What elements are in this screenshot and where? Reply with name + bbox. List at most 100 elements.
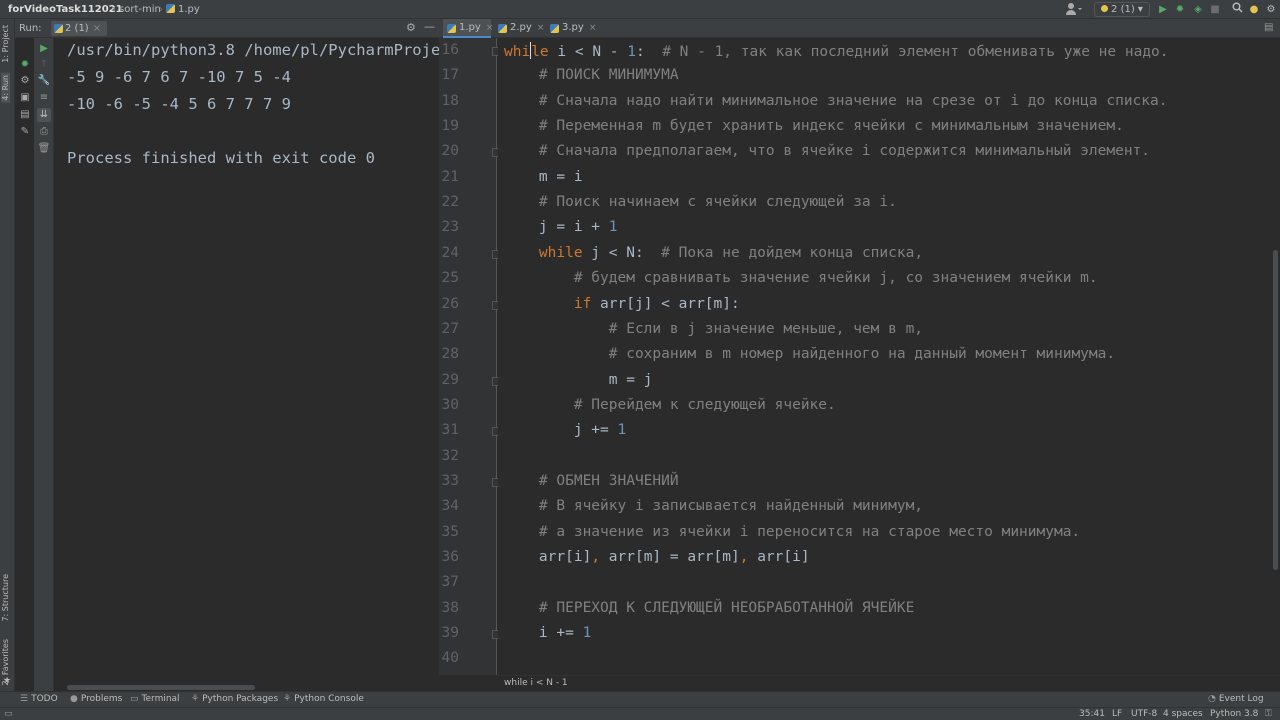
tab-list-icon[interactable]: ▤ <box>1264 22 1273 33</box>
rerun-icon[interactable]: ▶ <box>37 42 51 56</box>
todo-tool-button[interactable]: ☰ TODO <box>20 694 58 704</box>
line-number: 34 <box>441 498 459 515</box>
lock-icon[interactable]: ⚿ <box>1265 709 1272 719</box>
rerun-failed-icon[interactable]: ✹ <box>18 58 32 72</box>
number-token: 1 <box>582 625 592 642</box>
problems-icon: ● <box>70 694 78 704</box>
editor-vertical-scrollbar[interactable] <box>1273 250 1278 570</box>
code-breadcrumb[interactable]: while i < N - 1 <box>504 678 568 688</box>
close-icon[interactable]: × <box>486 23 494 33</box>
python-console-tool-button[interactable]: ⚘ Python Console <box>283 694 364 704</box>
comment-token: # Если в j значение меньше, чем в m, <box>608 320 924 337</box>
code-token: j < N: <box>582 244 662 261</box>
run-config-select[interactable]: 2 (1) ▾ <box>1094 2 1150 17</box>
gear-icon[interactable]: ⚙ <box>406 21 416 34</box>
line-number-gutter[interactable]: 16 17 18 19 20 21 22 23 24 25 26 27 28 29 30 31 32 33 34 35… <box>439 38 501 675</box>
python-interpreter[interactable]: Python 3.8 <box>1210 709 1258 719</box>
problems-tool-button[interactable]: ● Problems <box>70 694 122 704</box>
run-toolbar: ▶ ↑ 🔧 ≡ ⇊ ⎙ 🗑 ▣ ▤ ✎ ✹ ⚙ ↓ <box>20 38 54 691</box>
navigation-bar: forVideoTask112021 › sort-min › 1.py 2 (… <box>0 0 1280 19</box>
layout-toggle-icon[interactable]: ▭ <box>4 709 13 719</box>
code-token: arr[i] <box>504 549 592 565</box>
status-bar: ▭ 35:41 LF UTF-8 4 spaces Python 3.8 ⚿ <box>0 707 1280 720</box>
minimize-icon[interactable]: — <box>424 20 435 33</box>
code-line: arr[i], arr[m] = arr[m], arr[i] <box>504 549 810 565</box>
comment-token: # будем сравнивать значение ячейки j, со… <box>573 270 1098 287</box>
close-icon[interactable]: × <box>93 23 101 34</box>
code-line: j = i + 1 <box>504 219 618 235</box>
line-number: 33 <box>441 472 459 489</box>
pin-icon[interactable]: ✎ <box>18 125 32 139</box>
line-number: 16 <box>441 42 459 58</box>
search-icon[interactable] <box>1230 2 1244 17</box>
code-editor[interactable]: while i < N - 1: # N - 1, так как послед… <box>498 38 1270 675</box>
close-icon[interactable]: × <box>537 23 545 33</box>
tab-1-py[interactable]: 1.py × <box>443 19 494 38</box>
wrap-icon[interactable]: ≡ <box>37 91 51 105</box>
breadcrumb-project[interactable]: forVideoTask112021 <box>8 4 123 15</box>
run-label: Run: <box>19 23 42 34</box>
console-horizontal-scrollbar[interactable] <box>67 685 255 690</box>
code-line: # Сначала надо найти минимальное значени… <box>504 93 1168 109</box>
settings-icon[interactable]: ⚙ <box>1264 2 1278 17</box>
run-tool-tab[interactable]: 4: Run <box>1 73 10 103</box>
tab-label: 1.py <box>459 22 481 33</box>
user-icon[interactable] <box>1065 2 1091 17</box>
run-icon[interactable]: ▶ <box>1156 2 1170 17</box>
comment-token: # Поиск начинаем с ячейки следующей за i… <box>538 194 897 211</box>
line-number: 21 <box>441 168 459 185</box>
project-tool-tab[interactable]: 1: Project <box>1 25 10 63</box>
terminal-label: Terminal <box>141 694 180 704</box>
indent-setting[interactable]: 4 spaces <box>1163 709 1203 719</box>
event-log-tool-button[interactable]: ◔ Event Log <box>1208 694 1264 704</box>
code-line: while j < N: # Пока не дойдем конца спис… <box>504 245 923 261</box>
structure-tool-tab[interactable]: 7: Structure <box>1 574 10 622</box>
close-icon[interactable]: × <box>589 23 597 33</box>
caret-position[interactable]: 35:41 <box>1079 709 1105 719</box>
code-token: arr[j] < arr[m]: <box>591 295 740 312</box>
line-number: 27 <box>441 320 459 337</box>
python-config-icon <box>1101 5 1109 12</box>
scroll-to-end-icon[interactable]: ⇊ <box>37 108 51 122</box>
keyword-token: while <box>538 244 583 261</box>
python-packages-tool-button[interactable]: ⚘ Python Packages <box>191 694 278 704</box>
code-line: # В ячейку i записывается найденный мини… <box>504 498 923 514</box>
number-token: 1 <box>617 422 627 439</box>
stop-icon[interactable]: ■ <box>1208 2 1222 17</box>
layout-icon[interactable]: ▤ <box>18 108 32 122</box>
line-number: 36 <box>441 549 459 565</box>
run-console-output[interactable]: /usr/bin/python3.8 /home/pl/PycharmProje… <box>55 38 439 685</box>
trash-icon[interactable]: 🗑 <box>37 142 51 156</box>
code-line: while i < N - 1: # N - 1, так как послед… <box>504 42 1169 60</box>
run-tab[interactable]: 2 (1) × <box>51 21 107 36</box>
code-token: : <box>635 44 663 60</box>
comment-token: # ОБМЕН ЗНАЧЕНИЙ <box>538 472 679 489</box>
breadcrumb-file[interactable]: 1.py <box>166 4 200 15</box>
left-tool-strip: 1: Project 4: Run 7: Structure 2: Favori… <box>0 19 15 691</box>
settings-run-icon[interactable]: ⚙ <box>18 74 32 88</box>
updates-icon[interactable]: ● <box>1247 2 1261 17</box>
coverage-icon[interactable]: ◈ <box>1191 2 1205 17</box>
tab-3-py[interactable]: 3.py × <box>546 19 596 38</box>
line-number: 31 <box>441 422 459 439</box>
print-icon[interactable]: ⎙ <box>37 125 51 139</box>
file-encoding[interactable]: UTF-8 <box>1131 709 1157 719</box>
down-icon[interactable] <box>37 58 51 72</box>
breadcrumb-folder[interactable]: sort-min <box>119 4 161 15</box>
tab-label: 2.py <box>510 22 532 33</box>
python-file-icon <box>54 24 63 33</box>
line-separator[interactable]: LF <box>1112 709 1122 719</box>
code-token: j = i + <box>504 219 609 236</box>
screenshot-icon[interactable]: ▣ <box>18 91 32 105</box>
down-arrow-icon[interactable]: ↓ <box>37 74 51 88</box>
terminal-tool-button[interactable]: ▭ Terminal <box>130 694 180 704</box>
tab-2-py[interactable]: 2.py × <box>494 19 544 38</box>
debug-icon[interactable]: ✹ <box>1173 2 1187 17</box>
event-log-label: Event Log <box>1218 694 1264 704</box>
